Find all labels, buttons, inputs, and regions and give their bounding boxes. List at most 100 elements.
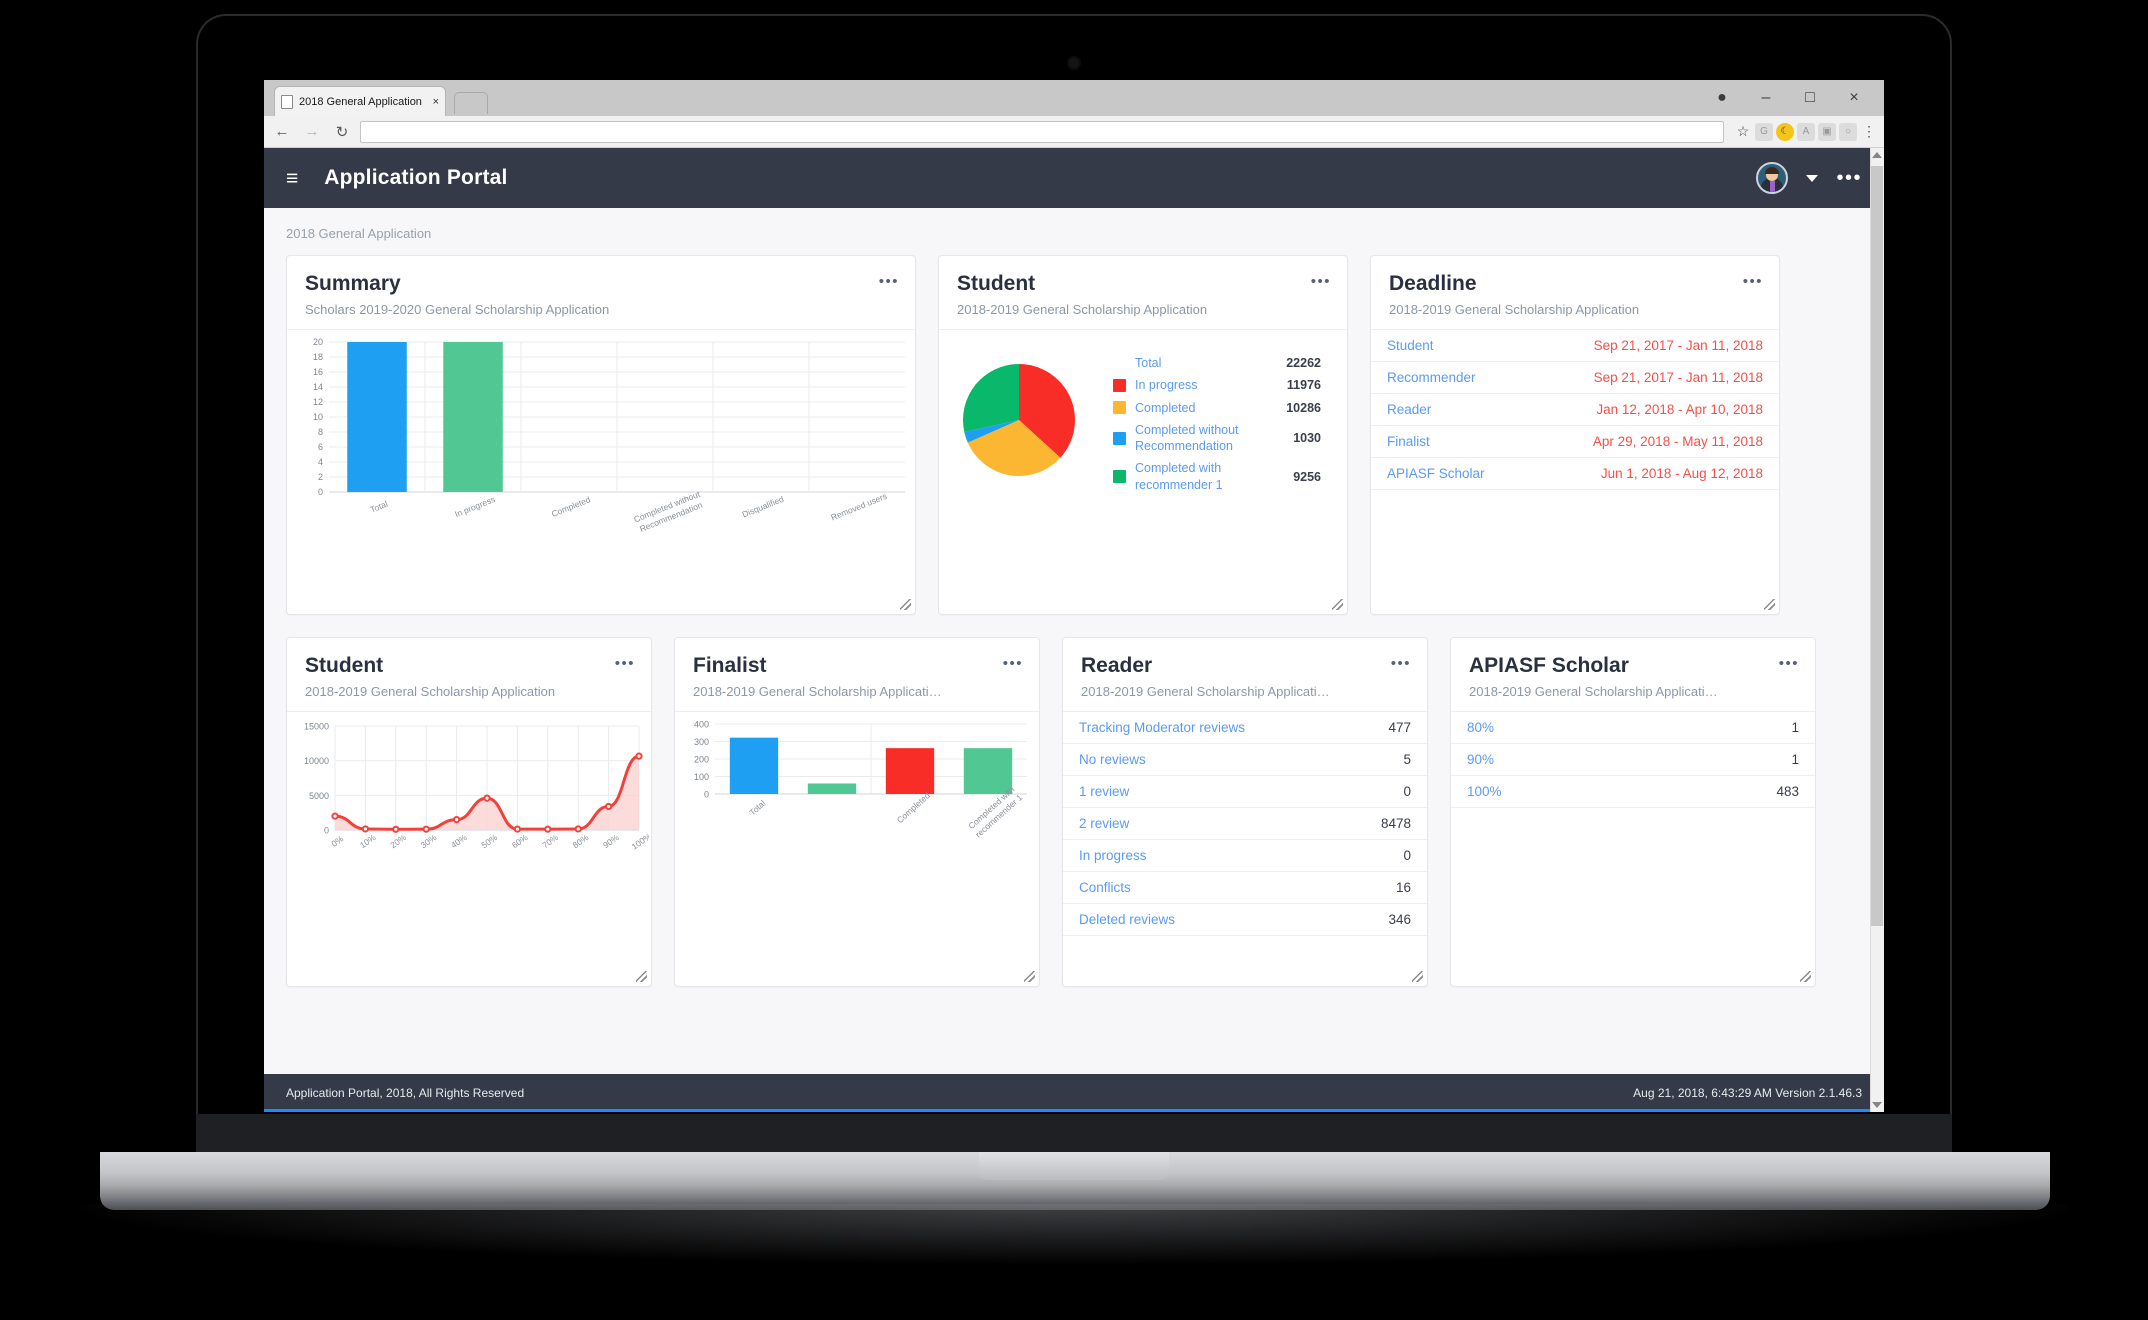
- card-finalist: Finalist 2018-2019 General Scholarship A…: [674, 637, 1040, 987]
- card-apiasf-header: APIASF Scholar 2018-2019 General Scholar…: [1451, 638, 1815, 713]
- scrollbar-thumb[interactable]: [1871, 166, 1883, 926]
- bookmark-star-icon[interactable]: ☆: [1734, 123, 1752, 141]
- card-resize-handle[interactable]: [1024, 971, 1035, 982]
- list-item-label[interactable]: 80%: [1467, 720, 1494, 735]
- card-resize-handle[interactable]: [1332, 599, 1343, 610]
- svg-text:70%: 70%: [540, 832, 560, 850]
- card-resize-handle[interactable]: [1764, 599, 1775, 610]
- legend-label[interactable]: In progress: [1135, 377, 1267, 393]
- card-finalist-title: Finalist: [693, 654, 767, 677]
- card-deadline: Deadline 2018-2019 General Scholarship A…: [1370, 255, 1780, 615]
- svg-text:100: 100: [694, 772, 709, 782]
- list-item[interactable]: Recommender Sep 21, 2017 - Jan 11, 2018: [1371, 362, 1779, 395]
- list-item-value: 1: [1791, 752, 1799, 768]
- screenshot-extension-icon[interactable]: ▣: [1818, 122, 1836, 141]
- list-item[interactable]: In progress 0: [1063, 840, 1427, 873]
- list-item-value: 0: [1403, 848, 1411, 864]
- legend-label[interactable]: Completed: [1135, 400, 1267, 416]
- list-item-label[interactable]: Recommender: [1387, 370, 1476, 385]
- list-item-label[interactable]: Finalist: [1387, 434, 1430, 449]
- hamburger-menu-icon[interactable]: ≡: [286, 168, 298, 189]
- legend-label[interactable]: Completed with recommender 1: [1135, 460, 1267, 493]
- list-item-label[interactable]: Tracking Moderator reviews: [1079, 720, 1245, 735]
- app-header: ≡ Application Portal •••: [264, 148, 1884, 208]
- list-item-label[interactable]: Reader: [1387, 402, 1431, 417]
- footer-copyright: Application Portal, 2018, All Rights Res…: [286, 1086, 525, 1100]
- card-summary-menu-icon[interactable]: •••: [879, 274, 899, 289]
- card-student-area-menu-icon[interactable]: •••: [615, 656, 635, 671]
- maximize-button[interactable]: □: [1788, 80, 1832, 116]
- card-resize-handle[interactable]: [1800, 971, 1811, 982]
- svg-text:90%: 90%: [601, 832, 621, 850]
- list-item-label[interactable]: No reviews: [1079, 752, 1146, 767]
- legend-label[interactable]: Total: [1135, 355, 1267, 371]
- back-icon[interactable]: ←: [270, 123, 294, 140]
- card-reader-menu-icon[interactable]: •••: [1391, 656, 1411, 671]
- list-item-label[interactable]: 1 review: [1079, 784, 1129, 799]
- forward-icon[interactable]: →: [300, 123, 324, 140]
- tab-close-icon[interactable]: ×: [433, 96, 439, 108]
- new-tab-button[interactable]: [454, 92, 488, 114]
- legend-item[interactable]: In progress 11976: [1113, 374, 1321, 396]
- scroll-up-icon[interactable]: [1872, 152, 1882, 158]
- card-apiasf-menu-icon[interactable]: •••: [1779, 656, 1799, 671]
- card-student-pie-menu-icon[interactable]: •••: [1311, 274, 1331, 289]
- card-apiasf-scholar: APIASF Scholar 2018-2019 General Scholar…: [1450, 637, 1816, 987]
- svg-text:In progress: In progress: [453, 494, 496, 519]
- profile-icon[interactable]: ●: [1700, 80, 1744, 116]
- list-item-label[interactable]: 2 review: [1079, 816, 1129, 831]
- address-bar-input[interactable]: [360, 120, 1724, 143]
- list-item[interactable]: 100% 483: [1451, 776, 1815, 809]
- scroll-down-icon[interactable]: [1872, 1102, 1882, 1108]
- list-item[interactable]: 2 review 8478: [1063, 808, 1427, 841]
- close-window-button[interactable]: ×: [1832, 80, 1876, 116]
- list-item-label[interactable]: Student: [1387, 338, 1434, 353]
- list-item[interactable]: 90% 1: [1451, 744, 1815, 777]
- list-item[interactable]: Conflicts 16: [1063, 872, 1427, 905]
- list-item-label[interactable]: 100%: [1467, 784, 1502, 799]
- page-scrollbar[interactable]: [1870, 148, 1884, 1112]
- card-reader: Reader 2018-2019 General Scholarship App…: [1062, 637, 1428, 987]
- angular-extension-icon[interactable]: A: [1797, 122, 1815, 141]
- list-item[interactable]: No reviews 5: [1063, 744, 1427, 777]
- minimize-button[interactable]: –: [1744, 80, 1788, 116]
- legend-item[interactable]: Completed 10286: [1113, 397, 1321, 419]
- list-item[interactable]: APIASF Scholar Jun 1, 2018 - Aug 12, 2018: [1371, 458, 1779, 491]
- list-item[interactable]: 1 review 0: [1063, 776, 1427, 809]
- google-extension-icon[interactable]: G: [1755, 122, 1773, 141]
- legend-item[interactable]: Completed with recommender 1 9256: [1113, 457, 1321, 496]
- card-resize-handle[interactable]: [900, 599, 911, 610]
- card-resize-handle[interactable]: [1412, 971, 1423, 982]
- legend-label[interactable]: Completed without Recommendation: [1135, 422, 1267, 455]
- list-item-label[interactable]: Conflicts: [1079, 880, 1131, 895]
- reload-icon[interactable]: ↻: [330, 123, 354, 141]
- legend-swatch: [1113, 431, 1126, 445]
- card-finalist-menu-icon[interactable]: •••: [1003, 656, 1023, 671]
- list-item[interactable]: Tracking Moderator reviews 477: [1063, 712, 1427, 745]
- list-item-label[interactable]: In progress: [1079, 848, 1147, 863]
- list-item[interactable]: Deleted reviews 346: [1063, 904, 1427, 937]
- browser-menu-icon[interactable]: ⋮: [1860, 123, 1878, 141]
- moon-extension-icon[interactable]: ☾: [1776, 122, 1794, 141]
- legend-item[interactable]: Completed without Recommendation 1030: [1113, 419, 1321, 458]
- avatar[interactable]: [1756, 162, 1789, 194]
- card-finalist-subtitle: 2018-2019 General Scholarship Applicati…: [693, 684, 942, 700]
- list-item-label[interactable]: APIASF Scholar: [1387, 466, 1485, 481]
- list-item-label[interactable]: 90%: [1467, 752, 1494, 767]
- chevron-down-icon[interactable]: [1806, 174, 1819, 182]
- browser-tab-title: 2018 General Application: [299, 95, 422, 108]
- list-item[interactable]: Finalist Apr 29, 2018 - May 11, 2018: [1371, 426, 1779, 459]
- card-deadline-menu-icon[interactable]: •••: [1743, 274, 1763, 289]
- card-apiasf-title: APIASF Scholar: [1469, 654, 1629, 677]
- list-item-label[interactable]: Deleted reviews: [1079, 912, 1175, 927]
- list-item[interactable]: Reader Jan 12, 2018 - Apr 10, 2018: [1371, 394, 1779, 427]
- app-overflow-menu-icon[interactable]: •••: [1836, 168, 1862, 188]
- browser-tab[interactable]: 2018 General Application ×: [274, 86, 446, 116]
- card-student-area-header: Student 2018-2019 General Scholarship Ap…: [287, 638, 651, 713]
- circle-extension-icon[interactable]: ○: [1839, 122, 1857, 141]
- list-item[interactable]: Student Sep 21, 2017 - Jan 11, 2018: [1371, 330, 1779, 363]
- list-item[interactable]: 80% 1: [1451, 712, 1815, 745]
- card-finalist-body: 0 100 200 300 400 Total Completed Completed wit…: [675, 712, 1039, 986]
- legend-item[interactable]: Total 22262: [1113, 352, 1321, 374]
- card-resize-handle[interactable]: [636, 971, 647, 982]
